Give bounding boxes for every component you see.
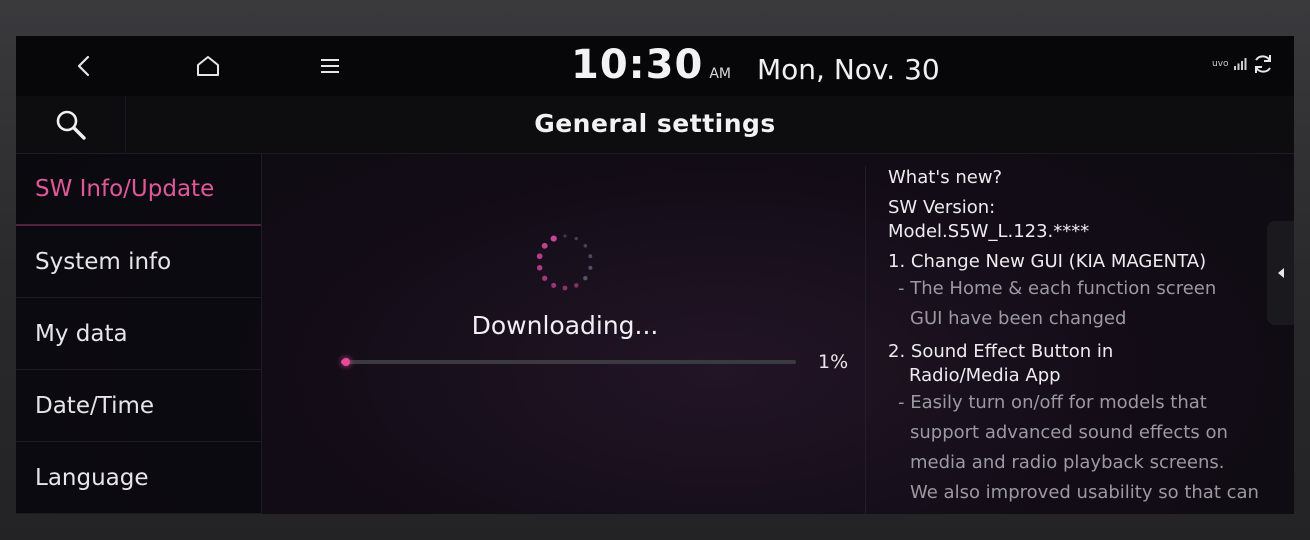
spinner-dot	[542, 275, 548, 281]
back-icon	[77, 55, 90, 77]
spinner-dot	[588, 265, 593, 270]
spinner-dot	[550, 235, 557, 242]
home-button[interactable]	[186, 46, 230, 86]
item1-title: 1. Change New GUI (KIA MAGENTA)	[888, 251, 1207, 272]
settings-header: General settings	[16, 96, 1294, 154]
signal-icon	[1233, 58, 1247, 70]
spinner-dot	[583, 276, 588, 281]
sw-version-value: Model.S5W_L.123.****	[888, 221, 1090, 242]
clock: 10:30 AM	[571, 42, 731, 88]
item2-title: 2. Sound Effect Button in	[888, 341, 1114, 362]
spinner-dot	[541, 242, 548, 249]
download-progress-bar	[341, 358, 796, 366]
page-title: General settings	[534, 109, 776, 138]
caret-left-icon	[1277, 268, 1284, 278]
whats-new-heading: What's new?	[888, 167, 1003, 188]
item1-detail: GUI have been changed	[910, 308, 1127, 329]
home-icon	[197, 56, 219, 76]
panel-collapse-tab[interactable]	[1267, 221, 1294, 325]
device-bezel: 10:30 AM Mon, Nov. 30 uvo General settin…	[0, 0, 1310, 540]
menu-button[interactable]	[308, 46, 352, 86]
spinner-dot	[588, 254, 593, 259]
back-button[interactable]	[62, 46, 106, 86]
sw-version-label: SW Version:	[888, 197, 996, 218]
status-icons: uvo	[1212, 52, 1275, 76]
spinner-dot	[536, 253, 543, 260]
spinner-dot	[583, 243, 588, 248]
sync-icon	[1254, 55, 1271, 73]
spinner-dot	[551, 282, 557, 288]
loading-spinner-icon	[536, 234, 593, 291]
settings-sidebar: SW Info/Update System info My data Date/…	[16, 154, 262, 514]
item2-detail: media and radio playback screens.	[910, 452, 1225, 473]
item2-detail: - Easily turn on/off for models that	[898, 392, 1207, 413]
clock-ampm: AM	[709, 66, 731, 82]
spinner-dot	[573, 283, 579, 288]
item1-detail: - The Home & each function screen	[898, 278, 1217, 299]
sidebar-item-language[interactable]: Language	[16, 442, 261, 514]
download-progress-knob	[341, 358, 350, 366]
sidebar-item-date-time[interactable]: Date/Time	[16, 370, 261, 442]
spinner-dot	[563, 234, 567, 238]
spinner-dot	[562, 285, 568, 291]
clock-date: Mon, Nov. 30	[757, 53, 940, 86]
sidebar-item-my-data[interactable]: My data	[16, 298, 261, 370]
status-bar: 10:30 AM Mon, Nov. 30 uvo	[16, 36, 1294, 96]
download-percent: 1%	[818, 351, 849, 373]
clock-time: 10:30	[571, 42, 704, 88]
sidebar-item-system-info[interactable]: System info	[16, 226, 261, 298]
item2-detail: We also improved usability so that can	[910, 482, 1259, 503]
display-screen: 10:30 AM Mon, Nov. 30 uvo General settin…	[16, 36, 1294, 514]
spinner-dot	[574, 236, 578, 241]
sidebar-item-sw-info-update[interactable]: SW Info/Update	[16, 154, 261, 226]
whats-new-panel[interactable]: What's new? SW Version: Model.S5W_L.123.…	[865, 166, 1265, 514]
spinner-dot	[536, 265, 543, 271]
item2-title-cont: Radio/Media App	[909, 365, 1061, 386]
menu-icon	[321, 59, 339, 73]
download-status: Downloading...	[471, 311, 659, 340]
item2-detail: support advanced sound effects on	[910, 422, 1228, 443]
uvo-label: uvo	[1212, 59, 1229, 69]
